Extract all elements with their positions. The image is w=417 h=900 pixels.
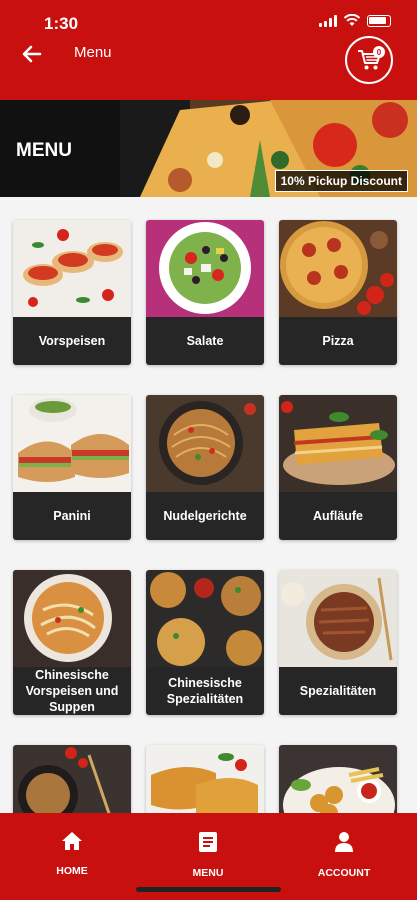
home-indicator <box>136 887 281 892</box>
category-label: Chinesische Vorspeisen und Suppen <box>13 667 131 715</box>
category-label: Salate <box>146 317 264 365</box>
category-card-row4-1[interactable] <box>13 745 131 813</box>
discount-badge: 10% Pickup Discount <box>274 170 408 192</box>
category-card-chinesische-vorspeisen[interactable]: Chinesische Vorspeisen und Suppen <box>13 570 131 715</box>
category-grid: Vorspeisen Salate Pizza Panini Nudelgeri… <box>0 197 417 813</box>
category-card-spezialitaeten[interactable]: Spezialitäten <box>279 570 397 715</box>
nav-home-label: HOME <box>56 865 88 877</box>
category-label: Panini <box>13 492 131 540</box>
battery-icon <box>367 14 391 27</box>
nav-menu-label: MENU <box>192 867 224 879</box>
category-card-nudelgerichte[interactable]: Nudelgerichte <box>146 395 264 540</box>
category-card-auflaeufe[interactable]: Aufläufe <box>279 395 397 540</box>
home-icon <box>62 832 82 850</box>
salate-image <box>146 220 264 317</box>
nuggets-image <box>279 745 397 813</box>
nav-home[interactable]: HOME <box>27 831 117 877</box>
category-label: Spezialitäten <box>279 667 397 715</box>
nudelgerichte-image <box>146 395 264 492</box>
chinesische-vorspeisen-image <box>13 570 131 667</box>
signal-icon <box>319 14 337 27</box>
nav-account-label: ACCOUNT <box>317 867 371 879</box>
category-card-row4-2[interactable] <box>146 745 264 813</box>
category-label: Aufläufe <box>279 492 397 540</box>
menu-document-icon <box>199 832 217 852</box>
arrow-left-icon <box>22 45 42 63</box>
nav-menu[interactable]: MENU <box>163 831 253 879</box>
page-title: Menu <box>74 44 112 61</box>
schnitzel-image <box>146 745 264 813</box>
spezialitaeten-image <box>279 570 397 667</box>
banner-title: MENU <box>16 140 72 161</box>
cart-count-badge: 0 <box>373 46 385 58</box>
back-button[interactable] <box>20 42 44 66</box>
category-card-vorspeisen[interactable]: Vorspeisen <box>13 220 131 365</box>
status-time: 1:30 <box>44 14 79 33</box>
vorspeisen-image <box>13 220 131 317</box>
nav-account[interactable]: ACCOUNT <box>299 831 389 879</box>
category-card-chinesische-spezialitaeten[interactable]: Chinesische Spezialitäten <box>146 570 264 715</box>
app-bar: 1:30 Menu 0 <box>0 0 417 100</box>
category-card-row4-3[interactable] <box>279 745 397 813</box>
status-icons <box>319 14 391 27</box>
category-label: Nudelgerichte <box>146 492 264 540</box>
category-label: Vorspeisen <box>13 317 131 365</box>
fried-rice-image <box>13 745 131 813</box>
category-card-salate[interactable]: Salate <box>146 220 264 365</box>
menu-banner: MENU 10% Pickup Discount <box>0 100 417 197</box>
category-card-pizza[interactable]: Pizza <box>279 220 397 365</box>
category-label: Pizza <box>279 317 397 365</box>
bottom-navigation: HOME MENU ACCOUNT <box>0 813 417 900</box>
category-label: Chinesische Spezialitäten <box>146 667 264 715</box>
cart-button[interactable]: 0 <box>345 36 393 84</box>
pizza-image <box>279 220 397 317</box>
category-card-panini[interactable]: Panini <box>13 395 131 540</box>
auflaeufe-image <box>279 395 397 492</box>
chinesische-spezialitaeten-image <box>146 570 264 667</box>
wifi-icon <box>343 14 361 26</box>
panini-image <box>13 395 131 492</box>
account-icon <box>335 832 353 852</box>
